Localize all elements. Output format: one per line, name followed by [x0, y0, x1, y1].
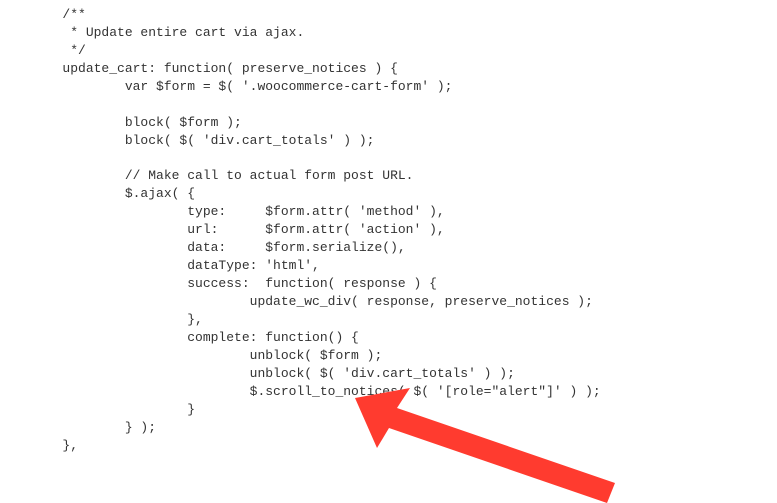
code-line: var $form = $( '.woocommerce-cart-form' …	[0, 78, 777, 96]
code-line: * Update entire cart via ajax.	[0, 24, 777, 42]
code-line: block( $form );	[0, 114, 777, 132]
code-line: },	[0, 311, 777, 329]
code-line: /**	[0, 6, 777, 24]
code-line: },	[0, 437, 777, 455]
code-line: block( $( 'div.cart_totals' ) );	[0, 132, 777, 150]
code-line: $.scroll_to_notices( $( '[role="alert"]'…	[0, 383, 777, 401]
code-line: dataType: 'html',	[0, 257, 777, 275]
code-line	[0, 96, 777, 114]
code-line: */	[0, 42, 777, 60]
code-line: update_cart: function( preserve_notices …	[0, 60, 777, 78]
code-line: unblock( $( 'div.cart_totals' ) );	[0, 365, 777, 383]
code-line: } );	[0, 419, 777, 437]
code-line: $.ajax( {	[0, 185, 777, 203]
code-line: data: $form.serialize(),	[0, 239, 777, 257]
code-line: url: $form.attr( 'action' ),	[0, 221, 777, 239]
code-line: success: function( response ) {	[0, 275, 777, 293]
code-container: /** * Update entire cart via ajax. */ up…	[0, 0, 777, 454]
code-line: complete: function() {	[0, 329, 777, 347]
code-line: type: $form.attr( 'method' ),	[0, 203, 777, 221]
code-line: // Make call to actual form post URL.	[0, 167, 777, 185]
code-line: update_wc_div( response, preserve_notice…	[0, 293, 777, 311]
code-block: /** * Update entire cart via ajax. */ up…	[0, 0, 777, 454]
code-line	[0, 150, 777, 168]
code-line: }	[0, 401, 777, 419]
code-line: unblock( $form );	[0, 347, 777, 365]
